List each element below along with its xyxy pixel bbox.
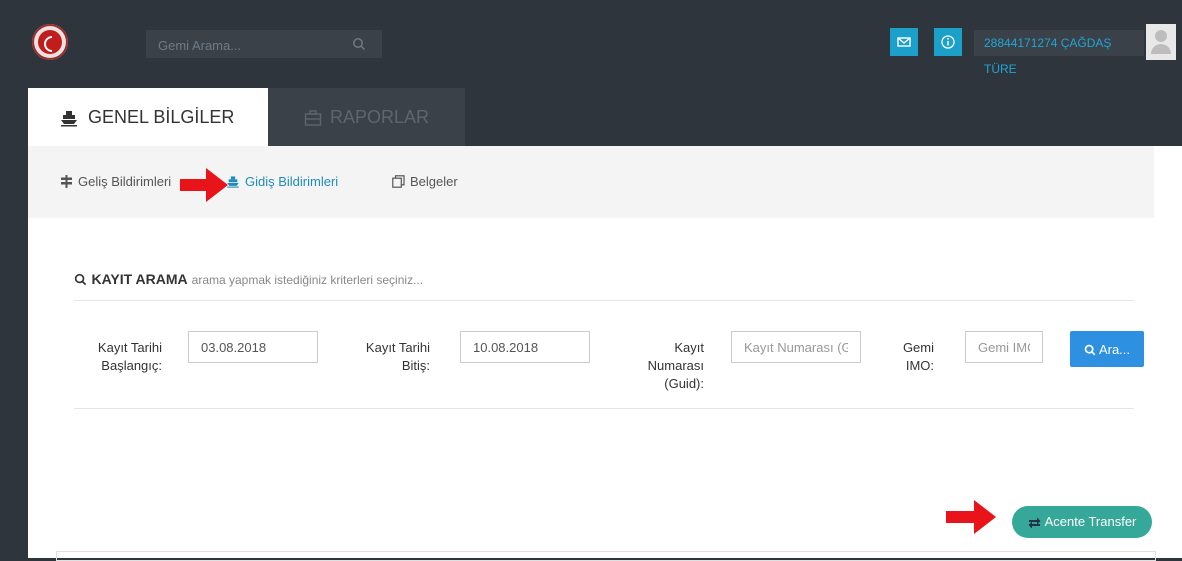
- briefcase-icon: [304, 110, 322, 126]
- label-line: Kayıt: [674, 340, 704, 355]
- kayit-numarasi-input[interactable]: [731, 331, 861, 363]
- label-line: Bitiş:: [401, 358, 430, 373]
- subnav-belgeler[interactable]: Belgeler: [392, 174, 458, 189]
- annotation-arrow: [946, 500, 996, 534]
- mail-icon: [897, 37, 911, 47]
- main-content: Geliş Bildirimleri Gidiş Bildirimleri Be…: [28, 146, 1182, 561]
- acente-transfer-label: Acente Transfer: [1044, 514, 1137, 529]
- subnav-label: Geliş Bildirimleri: [78, 174, 172, 189]
- subnav-gidis-bildirimleri[interactable]: Gidiş Bildirimleri: [226, 174, 338, 189]
- subnav-label: Belgeler: [410, 174, 458, 189]
- label-line: (Guid):: [664, 376, 704, 391]
- label-line: Kayıt Tarihi: [365, 340, 430, 355]
- label-line: Numarası: [647, 358, 704, 373]
- label-line: Kayıt Tarihi: [97, 340, 162, 355]
- label-line: IMO:: [905, 358, 934, 373]
- kayit-tarihi-baslangic-input[interactable]: [188, 331, 318, 363]
- search-button[interactable]: Ara...: [1070, 331, 1144, 367]
- ship-search-input[interactable]: [146, 30, 360, 60]
- gemi-imo-label: Gemi IMO:: [884, 339, 934, 375]
- label-line: Gemi: [902, 340, 934, 355]
- crescent-icon: [40, 32, 64, 56]
- ship-icon: [61, 111, 77, 127]
- tab-label: RAPORLAR: [330, 107, 430, 127]
- acente-transfer-button[interactable]: Acente Transfer: [1012, 506, 1152, 538]
- logo-emblem[interactable]: [32, 24, 68, 60]
- kayit-tarihi-bitis-input[interactable]: [460, 331, 590, 363]
- copy-icon: [392, 175, 405, 188]
- ship-icon: [227, 176, 239, 188]
- avatar-body: [1151, 44, 1171, 54]
- label-line: Başlangıç:: [101, 358, 162, 373]
- exchange-icon: [1028, 517, 1041, 529]
- tab-genel-bilgiler[interactable]: GENEL BİLGİLER: [28, 88, 268, 146]
- signpost-icon: [61, 175, 72, 188]
- subnav-gelis-bildirimleri[interactable]: Geliş Bildirimleri: [60, 174, 171, 189]
- kayit-tarihi-baslangic-label: Kayıt Tarihi Başlangıç:: [88, 339, 162, 375]
- subnav-label: Gidiş Bildirimleri: [245, 174, 339, 189]
- user-icon[interactable]: [1146, 24, 1176, 60]
- search-button-label: Ara...: [1098, 341, 1131, 357]
- avatar-head: [1155, 30, 1167, 42]
- kayit-numarasi-label: Kayıt Numarası (Guid):: [628, 339, 704, 393]
- search-subtitle: arama yapmak istediğiniz kriterleri seçi…: [191, 273, 424, 287]
- mail-button[interactable]: [890, 28, 918, 56]
- search-icon: [74, 273, 87, 286]
- tab-label: GENEL BİLGİLER: [88, 107, 235, 127]
- tab-raporlar[interactable]: RAPORLAR: [268, 88, 465, 146]
- search-icon: [1084, 344, 1096, 355]
- kayit-tarihi-bitis-label: Kayıt Tarihi Bitiş:: [350, 339, 430, 375]
- divider: [74, 408, 1134, 409]
- annotation-arrow: [180, 168, 228, 202]
- gemi-imo-input[interactable]: [965, 331, 1043, 363]
- divider: [74, 300, 1134, 301]
- info-icon: [941, 35, 955, 49]
- top-navbar: 28844171274 ÇAĞDAŞ TÜRE: [0, 0, 1182, 88]
- search-icon[interactable]: [352, 37, 366, 51]
- user-name-link[interactable]: 28844171274 ÇAĞDAŞ TÜRE: [974, 30, 1144, 76]
- search-title: KAYIT ARAMA: [91, 271, 188, 287]
- results-panel: [56, 551, 1156, 561]
- logo-inner: [38, 30, 64, 56]
- ship-search-box: [146, 30, 382, 60]
- search-panel-title: KAYIT ARAMA arama yapmak istediğiniz krit…: [74, 271, 423, 289]
- info-button[interactable]: [934, 28, 962, 56]
